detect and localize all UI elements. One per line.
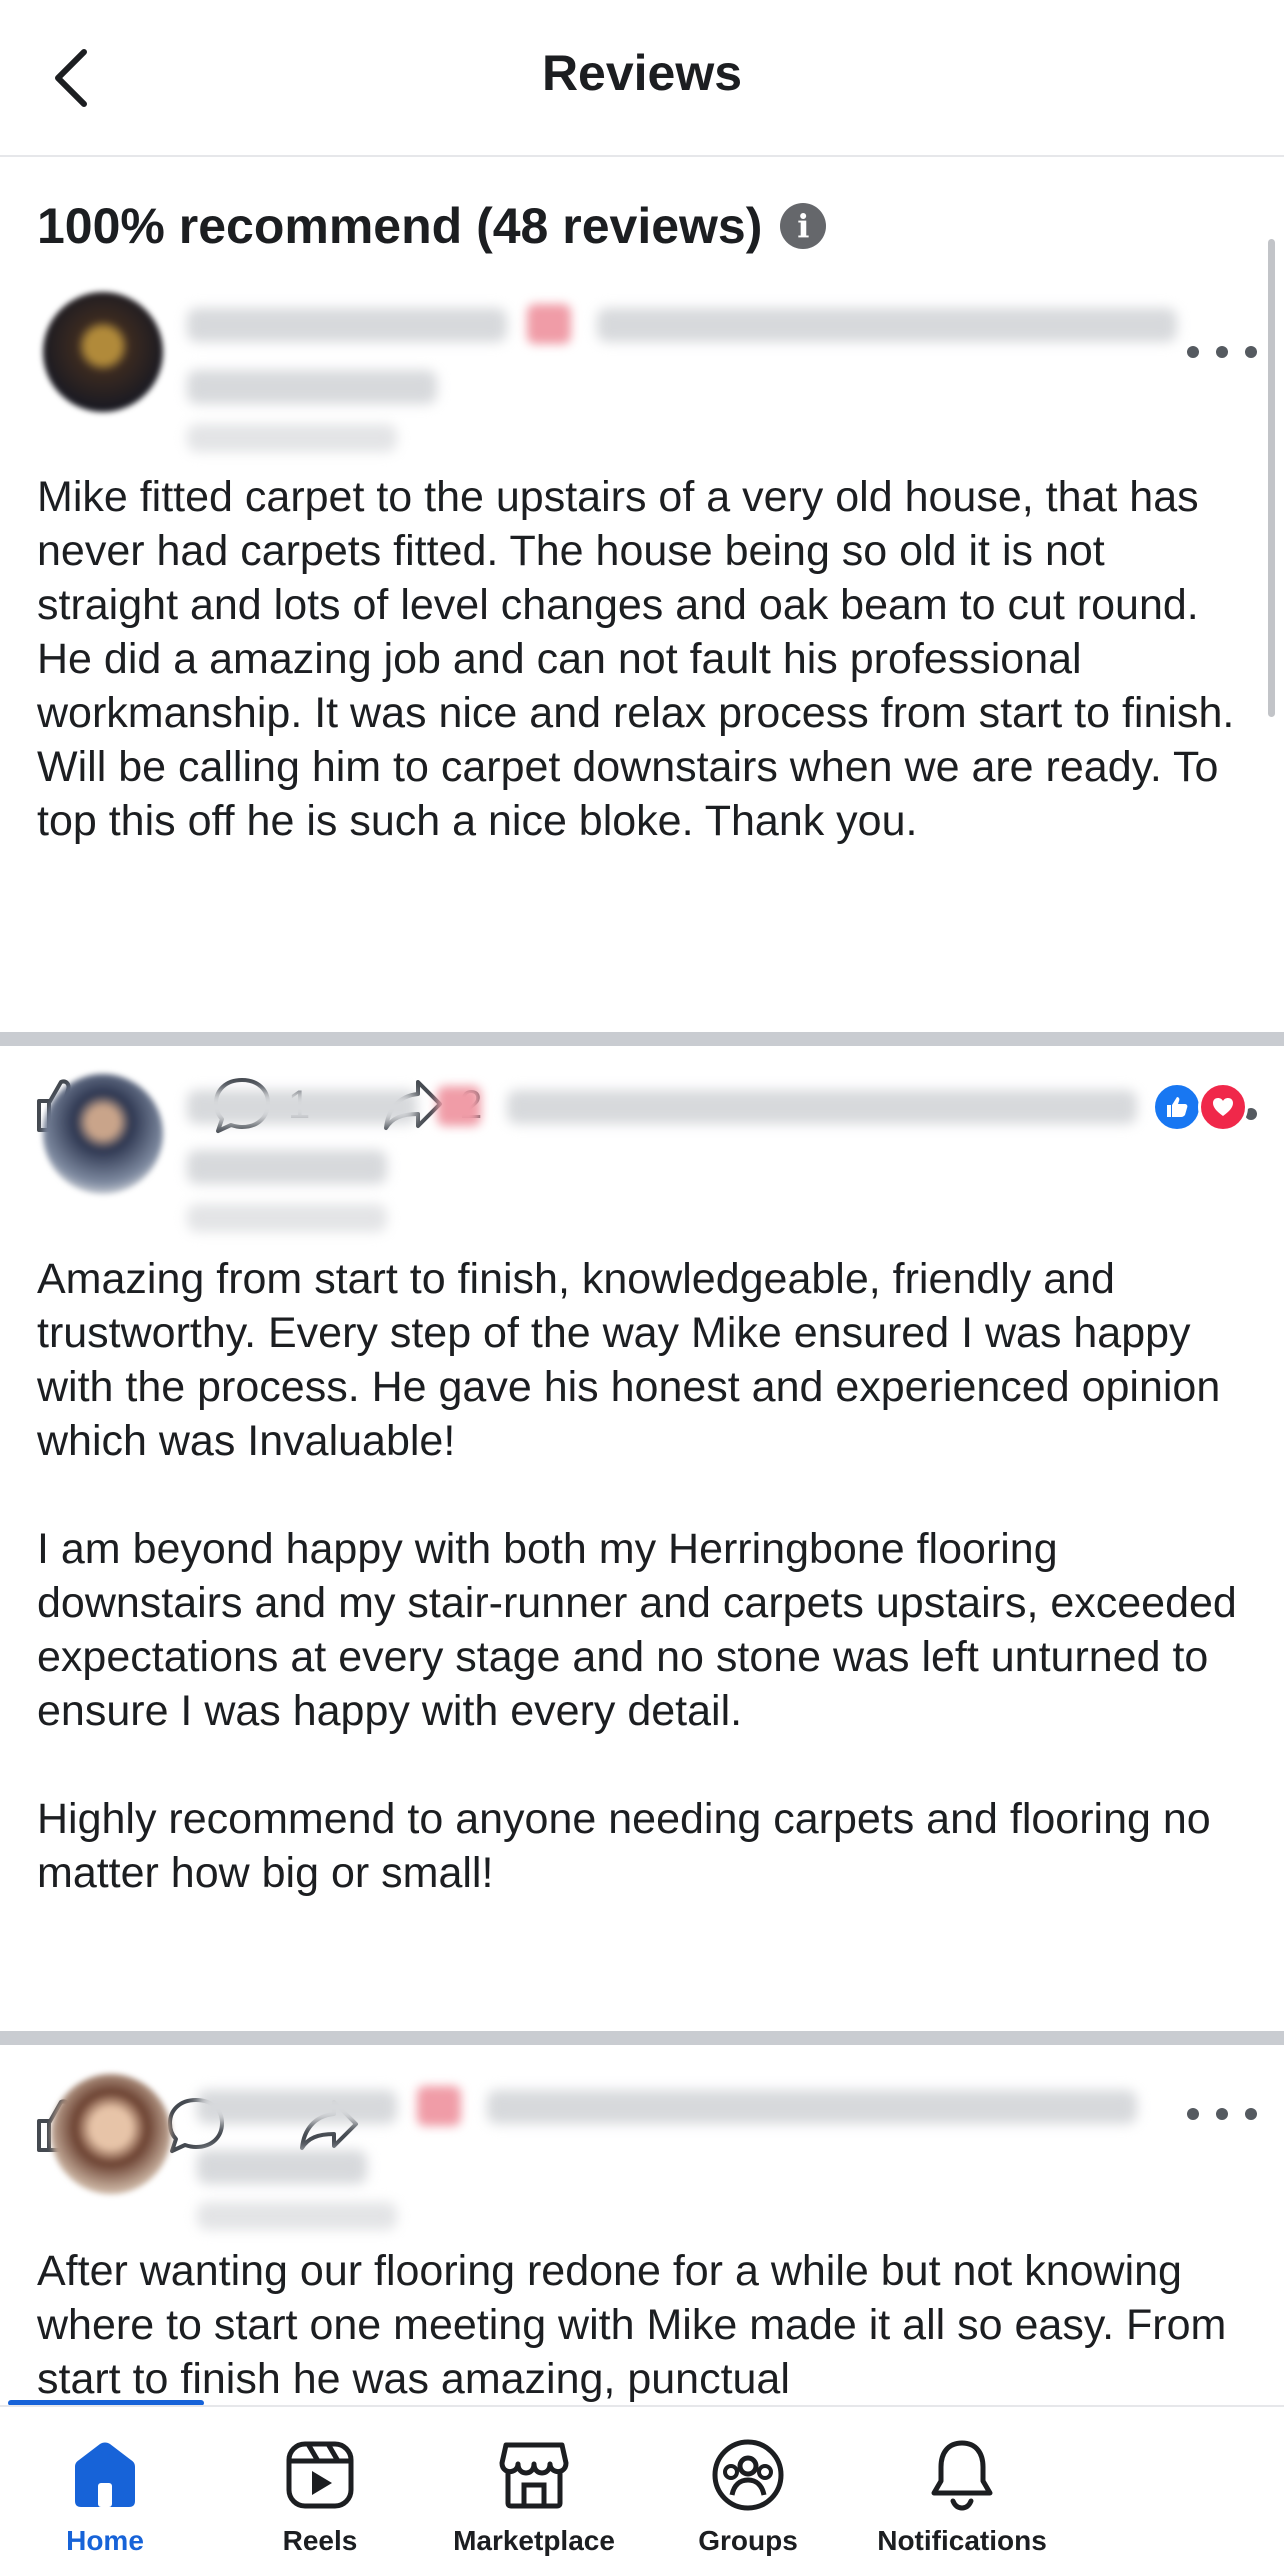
review-headline-blurred — [487, 2090, 1137, 2124]
tab-notifications[interactable]: Notifications — [862, 2435, 1062, 2557]
recommend-summary-text: 100% recommend (48 reviews) — [37, 198, 763, 254]
bell-icon — [922, 2435, 1002, 2515]
reels-icon — [280, 2435, 360, 2515]
top-bar: Reviews — [0, 0, 1284, 157]
tab-label: Reels — [282, 2525, 358, 2556]
more-options-button[interactable] — [1187, 2099, 1257, 2129]
review-text: After wanting our flooring redone for a … — [37, 2247, 1239, 2402]
tab-groups[interactable]: Groups — [648, 2435, 848, 2557]
tab-home[interactable]: Home — [5, 2435, 205, 2557]
recommend-badge-icon — [527, 304, 571, 344]
review-text: Mike fitted carpet to the upstairs of a … — [37, 473, 1247, 845]
review-date-blurred — [187, 1204, 387, 1232]
review-card: Amazing from start to finish, knowledgea… — [0, 1074, 1284, 2174]
reviewer-name-blurred[interactable] — [197, 2090, 397, 2124]
tab-label: Marketplace — [453, 2525, 615, 2556]
review-header — [37, 292, 1257, 452]
info-icon[interactable]: i — [780, 203, 827, 249]
review-date-blurred — [187, 424, 397, 452]
reviewer-name-blurred[interactable] — [187, 1090, 417, 1124]
tab-label: Groups — [698, 2525, 798, 2556]
tab-label: Home — [66, 2525, 144, 2556]
review-headline-blurred — [187, 1150, 387, 1184]
reviews-feed[interactable]: 100% recommend (48 reviews) i Mike fitte… — [0, 157, 1284, 2402]
avatar[interactable] — [43, 292, 163, 412]
review-date-blurred — [197, 2202, 397, 2230]
review-divider — [0, 1032, 1284, 1046]
tab-marketplace[interactable]: Marketplace — [434, 2435, 634, 2557]
bottom-tab-bar: Home Reels Marketplace Groups Notificati… — [0, 2405, 1284, 2573]
review-headline-blurred — [507, 1090, 1137, 1124]
more-options-button[interactable] — [1187, 337, 1257, 367]
avatar[interactable] — [51, 2074, 171, 2194]
marketplace-icon — [494, 2435, 574, 2515]
recommend-badge-icon — [417, 2086, 461, 2126]
review-header — [37, 2074, 1257, 2230]
review-card: Mike fitted carpet to the upstairs of a … — [0, 292, 1284, 1192]
reviewer-name-blurred[interactable] — [187, 308, 507, 342]
review-header — [37, 1074, 1257, 1232]
review-headline-blurred — [187, 370, 437, 404]
review-headline-blurred — [597, 308, 1177, 342]
review-headline-blurred — [197, 2150, 367, 2184]
review-divider — [0, 2031, 1284, 2045]
avatar[interactable] — [43, 1074, 163, 1194]
recommend-summary: 100% recommend (48 reviews) i — [37, 197, 827, 255]
like-reaction-icon — [1152, 1082, 1202, 1132]
review-card: After wanting our flooring redone for a … — [0, 2074, 1284, 2402]
home-icon — [65, 2435, 145, 2515]
page-title: Reviews — [541, 45, 743, 101]
recommend-badge-icon — [437, 1086, 481, 1126]
groups-icon — [708, 2435, 788, 2515]
tab-label: Notifications — [877, 2525, 1047, 2556]
tab-reels[interactable]: Reels — [220, 2435, 420, 2557]
review-text: Amazing from start to finish, knowledgea… — [37, 1255, 1237, 1897]
love-reaction-icon — [1198, 1082, 1248, 1132]
